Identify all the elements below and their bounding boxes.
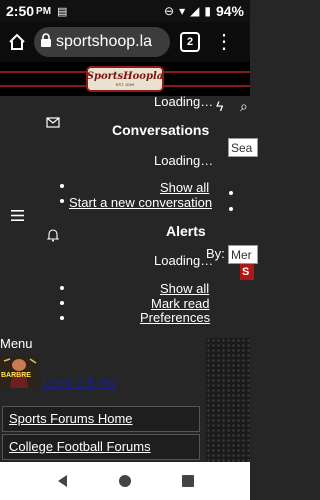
conversations-loading: Loading… <box>154 153 214 168</box>
status-icons: ⊖ ▾ ◢ ▮ 94% <box>164 3 244 19</box>
wifi-icon: ▾ <box>179 4 186 18</box>
site-header: SportsHoopla EST. 2009 <box>0 62 250 96</box>
list-bullet <box>60 286 64 290</box>
notification-icon: ▤ <box>57 5 68 18</box>
alerts-loading: Loading… <box>154 253 214 268</box>
browser-toolbar: sportshoop.la 2 ⋮ <box>0 22 250 62</box>
list-bullet <box>229 207 233 211</box>
list-bullet <box>229 191 233 195</box>
signal-icon: ◢ <box>190 4 200 18</box>
lightning-icon[interactable]: ϟ <box>216 98 223 114</box>
conversations-title: Conversations <box>112 122 210 138</box>
search-icon[interactable]: ⌕ <box>240 98 248 115</box>
alert-preferences-link[interactable]: Preferences <box>140 310 210 325</box>
forum-link-college-football[interactable]: College Football Forums <box>2 434 200 460</box>
avatar[interactable]: BARBRE <box>0 355 38 388</box>
alerts-title: Alerts <box>166 223 206 239</box>
status-ampm: PM <box>36 5 52 17</box>
member-input[interactable]: Mer <box>228 245 258 264</box>
alerts-show-all-link[interactable]: Show all <box>160 281 209 296</box>
battery-icon: ▮ <box>204 4 211 18</box>
browser-menu-icon[interactable]: ⋮ <box>214 32 234 52</box>
status-time: 2:50 <box>6 3 35 19</box>
logo-text: SportsHoopla <box>86 71 164 82</box>
home-nav-icon[interactable] <box>119 475 131 487</box>
tab-switcher-button[interactable]: 2 <box>180 32 200 52</box>
search-submit-button[interactable]: S <box>240 264 254 280</box>
inbox-icon[interactable] <box>46 115 60 133</box>
logo-subtext: EST. 2009 <box>115 82 135 87</box>
background-pattern-panel <box>206 338 250 464</box>
recent-apps-icon[interactable] <box>182 475 194 487</box>
menu-label: Menu <box>0 336 33 351</box>
back-icon[interactable] <box>58 475 67 487</box>
avatar-caption: BARBRE <box>1 372 31 379</box>
sync-icon: ⊖ <box>164 4 175 18</box>
username-link[interactable]: Used 2 B Hu <box>42 375 116 390</box>
address-bar[interactable]: sportshoop.la <box>34 27 170 57</box>
battery-level: 94% <box>215 3 244 19</box>
start-new-conversation-link[interactable]: Start a new conversation <box>69 195 212 210</box>
list-bullet <box>60 316 64 320</box>
hamburger-menu-icon[interactable] <box>11 208 24 226</box>
site-logo[interactable]: SportsHoopla EST. 2009 <box>86 66 164 92</box>
loading-text: Loading… <box>154 94 214 109</box>
mark-read-link[interactable]: Mark read <box>151 296 210 311</box>
search-input[interactable]: Sea <box>228 138 258 157</box>
url-text: sportshoop.la <box>56 33 153 50</box>
list-bullet <box>60 199 64 203</box>
conversations-show-all-link[interactable]: Show all <box>160 180 209 195</box>
bell-icon[interactable] <box>46 229 60 247</box>
system-navigation-bar <box>0 462 250 500</box>
list-bullet <box>60 301 64 305</box>
home-icon[interactable] <box>4 29 30 55</box>
forum-link-sports-home[interactable]: Sports Forums Home <box>2 406 200 432</box>
lock-icon <box>40 32 52 52</box>
list-bullet <box>60 184 64 188</box>
status-bar: 2:50 PM ▤ ⊖ ▾ ◢ ▮ 94% <box>0 0 250 22</box>
